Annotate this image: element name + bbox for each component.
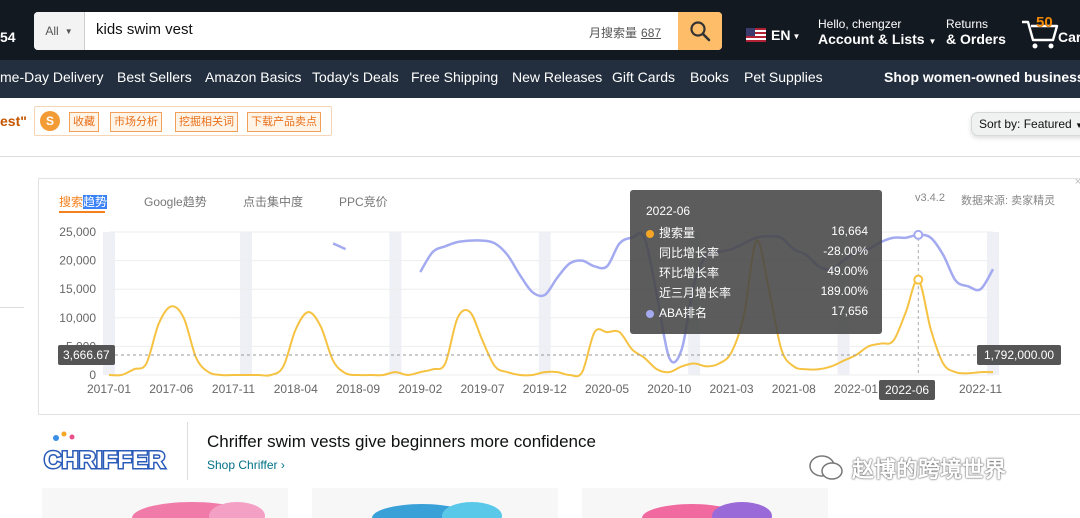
product-image [642, 502, 772, 518]
x-tick-label: 2018-04 [274, 382, 318, 396]
x-tick-label: 2018-09 [336, 382, 380, 396]
tooltip-row-mom: 环比增长率 49.00% [646, 264, 868, 282]
active-point-aba-rank [913, 229, 924, 240]
tooltip-value: 49.00% [827, 264, 868, 278]
x-tick-label: 2021-03 [710, 382, 754, 396]
watermark-text: 赵博的跨境世界 [852, 457, 1007, 482]
active-point-search-volume [913, 274, 924, 285]
chart-band [239, 232, 252, 375]
svg-text:CHRIFFER: CHRIFFER [44, 447, 165, 474]
x-tick-label: 2020-05 [585, 382, 629, 396]
y-tick-label: 25,000 [59, 225, 96, 239]
tooltip-row-3month: 近三月增长率 189.00% [646, 284, 868, 302]
chart-band [389, 232, 402, 375]
product-image [372, 502, 502, 518]
legend-dot-aba-rank [646, 309, 654, 318]
chart-tooltip: 2022-06 搜索量 16,664 同比增长率 -28.00% 环比增长率 4… [630, 190, 882, 334]
x-tick-label: 2019-02 [398, 382, 442, 396]
x-tick-label: 2020-10 [647, 382, 691, 396]
x-tick-label: 2022-11 [959, 382, 1002, 396]
chart-band [538, 232, 551, 375]
legend-dot-search-volume [646, 229, 654, 238]
tooltip-label: 同比增长率 [659, 246, 720, 260]
x-tick-label: 2017-01 [87, 382, 131, 396]
tooltip-label: 环比增长率 [659, 266, 720, 280]
tooltip-value: 17,656 [831, 304, 868, 318]
product-image [132, 502, 265, 518]
x-tick-label: 2021-08 [772, 382, 816, 396]
x-tick-label: 2019-07 [460, 382, 504, 396]
tooltip-value: 189.00% [820, 284, 868, 298]
tooltip-row-yoy: 同比增长率 -28.00% [646, 244, 868, 262]
y-tick-label: 15,000 [59, 282, 96, 296]
y-tick-label: 10,000 [59, 311, 96, 325]
tooltip-value: -28.00% [823, 244, 868, 258]
tooltip-title: 2022-06 [646, 204, 691, 218]
x-tick-label: 2017-11 [212, 382, 255, 396]
brand-headline[interactable]: Chriffer swim vests give beginners more … [207, 432, 596, 452]
guide-value-right: 1,792,000.00 [977, 345, 1062, 365]
active-x-label: 2022-06 [879, 380, 936, 400]
x-tick-label: 2022-01 [834, 382, 878, 396]
y-tick-label: 0 [89, 368, 96, 382]
product-card[interactable] [42, 488, 288, 518]
x-tick-label: 2017-06 [149, 382, 193, 396]
tooltip-label: 近三月增长率 [659, 286, 732, 300]
tooltip-label: ABA排名 [659, 306, 708, 320]
chriffer-logo[interactable]: CHRIFFER [42, 430, 172, 478]
wechat-icon [809, 455, 843, 480]
tooltip-value: 16,664 [831, 224, 868, 238]
series-line-aba-rank [332, 242, 347, 251]
product-card[interactable] [312, 488, 558, 518]
divider [187, 422, 188, 480]
wechat-watermark: 赵博的跨境世界 [808, 452, 1006, 484]
y-tick-label: 20,000 [59, 254, 96, 268]
product-card[interactable] [582, 488, 828, 518]
shop-brand-link[interactable]: Shop Chriffer › [207, 458, 285, 472]
x-tick-label: 2019-12 [523, 382, 567, 396]
tooltip-row-search-volume: 搜索量 16,664 [646, 224, 868, 242]
tooltip-row-aba-rank: ABA排名 17,656 [646, 304, 868, 322]
tooltip-label: 搜索量 [659, 226, 696, 240]
guide-value-left: 3,666.67 [58, 345, 115, 365]
